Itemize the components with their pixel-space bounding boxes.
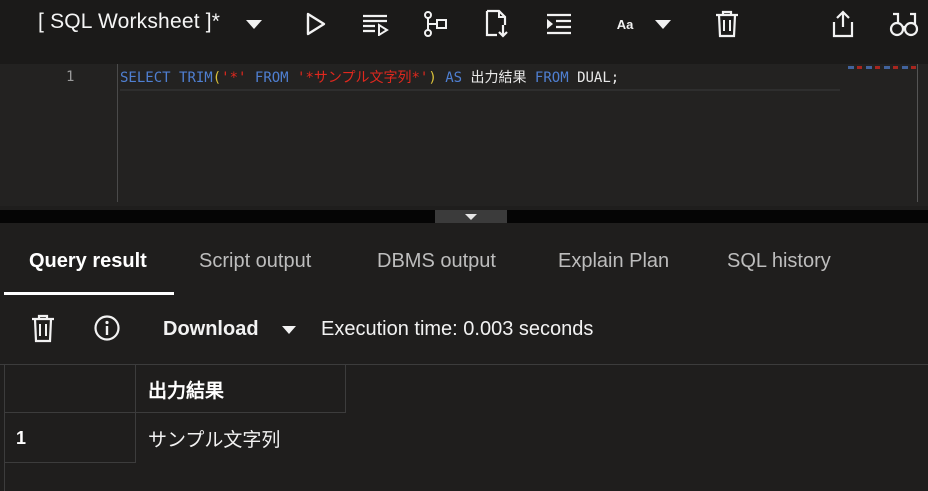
code-token-keyword: FROM (526, 70, 578, 86)
worksheet-toolbar: [ SQL Worksheet ]* Aa (0, 0, 928, 64)
code-token-function: TRIM (179, 70, 213, 86)
code-token-keyword: FROM (246, 70, 298, 86)
result-toolbar: Download Execution time: 0.003 seconds (0, 300, 928, 360)
column-header[interactable]: 出力結果 (148, 376, 224, 403)
clear-output-icon[interactable] (30, 314, 56, 349)
table-cell[interactable]: サンプル文字列 (148, 425, 280, 452)
download-button[interactable]: Download (163, 318, 259, 341)
line-number: 1 (66, 69, 75, 85)
editor-vertical-scrollbar[interactable] (917, 64, 918, 202)
font-size-chevron-down-icon[interactable] (650, 0, 676, 48)
grid-rownum-divider (135, 364, 136, 462)
code-line[interactable]: SELECT TRIM('*' FROM '*サンプル文字列*') AS 出力結… (120, 67, 840, 91)
code-token-paren-open: ( (212, 70, 222, 86)
sql-editor[interactable]: 1 SELECT TRIM('*' FROM '*サンプル文字列*') AS 出… (0, 64, 928, 206)
download-chevron-down-icon[interactable] (282, 326, 296, 334)
code-token-identifier: DUAL; (577, 70, 620, 86)
run-statement-icon[interactable] (300, 0, 332, 48)
tab-script-output[interactable]: Script output (199, 250, 311, 273)
worksheet-menu-chevron-down-icon[interactable] (240, 0, 268, 48)
code-token-string: '*' (221, 70, 247, 86)
code-token-string: '*サンプル文字列*' (297, 70, 429, 86)
result-grid: 出力結果 1 サンプル文字列 (0, 364, 928, 491)
code-token-paren-close: ) (428, 70, 437, 86)
editor-minimap[interactable] (848, 66, 920, 69)
tab-query-result[interactable]: Query result (29, 250, 147, 273)
grid-column-divider (345, 364, 346, 412)
grid-top-border (0, 364, 928, 365)
execution-time: Execution time: 0.003 seconds (321, 318, 594, 340)
code-token-keyword: AS (436, 70, 471, 86)
clear-icon[interactable] (710, 0, 744, 48)
font-size-icon[interactable]: Aa (612, 0, 638, 48)
row-number: 1 (16, 428, 27, 448)
code-token-keyword: SELECT (120, 70, 171, 86)
line-gutter: 1 (0, 64, 118, 202)
result-tabs: Query result Script output DBMS output E… (0, 232, 928, 296)
grid-left-border (4, 364, 5, 491)
find-icon[interactable] (886, 0, 922, 48)
tab-dbms-output[interactable]: DBMS output (377, 250, 496, 273)
pane-splitter (0, 210, 928, 223)
splitter-handle[interactable] (435, 210, 507, 223)
info-icon[interactable] (93, 314, 121, 347)
explain-plan-icon[interactable] (418, 0, 452, 48)
code-token-alias: 出力結果 (470, 70, 527, 86)
collapse-triangle-icon (465, 213, 477, 220)
active-tab-indicator (4, 292, 174, 295)
format-icon[interactable] (542, 0, 576, 48)
worksheet-title[interactable]: [ SQL Worksheet ]* (38, 10, 220, 34)
font-size-label: Aa (616, 16, 634, 32)
tab-sql-history[interactable]: SQL history (727, 250, 831, 273)
share-icon[interactable] (826, 0, 860, 48)
run-script-icon[interactable] (358, 0, 392, 48)
grid-header-divider (4, 412, 346, 413)
autotrace-icon[interactable] (480, 0, 514, 48)
grid-row-divider (4, 462, 136, 463)
tab-explain-plan[interactable]: Explain Plan (558, 250, 669, 273)
